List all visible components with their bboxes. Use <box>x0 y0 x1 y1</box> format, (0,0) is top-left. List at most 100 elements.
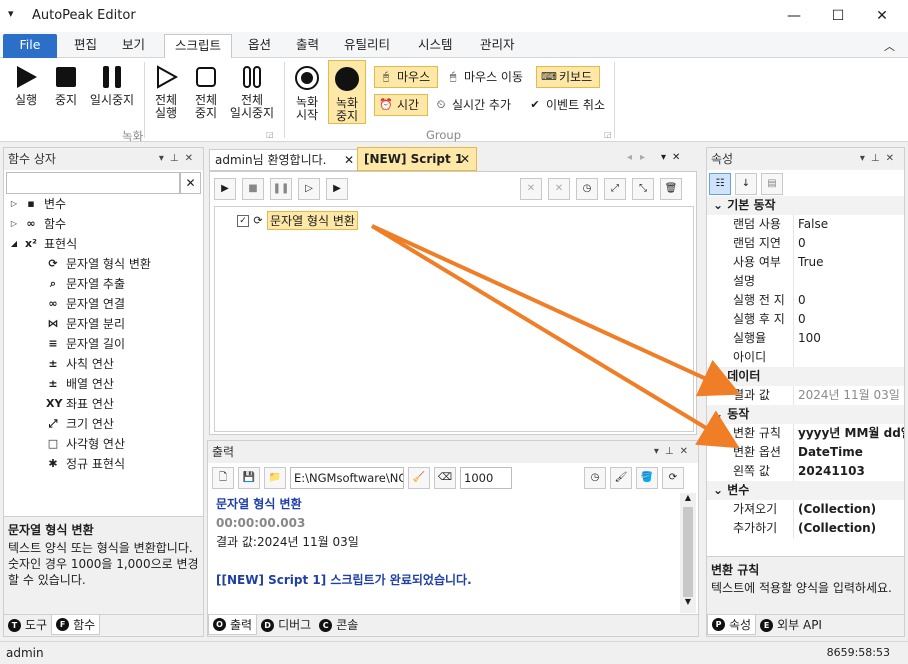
tree-item[interactable]: ≡ 문자열 길이 <box>10 334 200 354</box>
property-value[interactable]: yyyy년 MM월 dd일 <box>793 424 904 443</box>
run-button[interactable]: 실행 <box>8 64 44 107</box>
property-row[interactable]: 랜덤 사용 False <box>707 215 904 234</box>
step-icon[interactable]: ▷ <box>298 178 320 200</box>
property-row[interactable]: 실행 후 지 0 <box>707 310 904 329</box>
property-value[interactable]: 0 <box>793 234 904 253</box>
panel-header-icons[interactable]: ▾⊥✕ <box>860 148 900 170</box>
tab-edit[interactable]: 편집 <box>66 34 105 58</box>
quick-access-chevron-icon[interactable]: ▾ <box>8 7 14 20</box>
time-toggle[interactable]: ⏰ 시간 <box>374 94 428 116</box>
path-input[interactable]: E:\NGMsoftware\NG <box>290 467 404 489</box>
close-button[interactable]: ✕ <box>860 0 904 32</box>
timer-icon[interactable]: ◷ <box>576 178 598 200</box>
chevron-down-icon[interactable]: ⌄ <box>713 483 727 497</box>
property-value[interactable]: (Collection) <box>793 500 904 519</box>
property-row[interactable]: 랜덤 지연 0 <box>707 234 904 253</box>
property-value[interactable]: 20241103 <box>793 462 904 481</box>
clear-search-icon[interactable]: ✕ <box>180 172 201 194</box>
property-row[interactable]: 왼쪽 값 20241103 <box>707 462 904 481</box>
step-play-icon[interactable]: ▶ <box>326 178 348 200</box>
tree-item[interactable]: ⤢ 크기 연산 <box>10 414 200 434</box>
property-value[interactable]: 0 <box>793 310 904 329</box>
mouse-toggle[interactable]: 🖰 마우스 <box>374 66 438 88</box>
delete-all-icon[interactable]: ✕ <box>548 178 570 200</box>
chevron-down-icon[interactable]: ◢ <box>10 237 18 251</box>
run-all-button[interactable]: 전체 실행 <box>148 64 184 120</box>
tab-options[interactable]: 옵션 <box>240 34 279 58</box>
close-tab-icon[interactable]: ✕ <box>344 150 354 170</box>
search-input[interactable] <box>6 172 180 194</box>
chevron-down-icon[interactable]: ⌄ <box>713 198 727 212</box>
property-value[interactable]: 100 <box>793 329 904 348</box>
property-value[interactable] <box>793 272 904 291</box>
tree-item[interactable]: ⋈ 문자열 분리 <box>10 314 200 334</box>
tree-item[interactable]: XY 좌표 연산 <box>10 394 200 414</box>
property-row[interactable]: 변환 옵션 DateTime <box>707 443 904 462</box>
chevron-down-icon[interactable]: ⌄ <box>713 369 727 383</box>
dialog-launcher-icon[interactable]: ◲ <box>604 130 612 139</box>
clean-icon[interactable]: 🧹 <box>408 467 430 489</box>
tab-utility[interactable]: 유틸리티 <box>336 34 398 58</box>
sort-alpha-icon[interactable]: ↓ <box>735 173 757 195</box>
play-icon[interactable]: ▶ <box>214 178 236 200</box>
refresh-icon[interactable]: ⟳ <box>662 467 684 489</box>
collapse-ribbon-icon[interactable]: ︿ <box>884 38 895 54</box>
property-row[interactable]: 설명 <box>707 272 904 291</box>
save-icon[interactable]: 💾 <box>238 467 260 489</box>
property-category[interactable]: ⌄ 변수 <box>707 481 904 500</box>
collapse-icon[interactable]: ⤡ <box>632 178 654 200</box>
tree-item[interactable]: ± 사칙 연산 <box>10 354 200 374</box>
tab-welcome[interactable]: admin님 환영합니다. ✕ <box>209 149 359 171</box>
tree-item[interactable]: □ 사각형 연산 <box>10 434 200 454</box>
panel-header-icons[interactable]: ▾⊥✕ <box>159 148 199 170</box>
output-scrollbar[interactable]: ▲ ▼ <box>680 493 696 613</box>
event-cancel-button[interactable]: ✔ 이벤트 취소 <box>524 94 609 116</box>
categorized-icon[interactable]: ☷ <box>709 173 731 195</box>
tab-file[interactable]: File <box>3 34 57 58</box>
chevron-right-icon[interactable]: ▷ <box>10 197 18 211</box>
trash-icon[interactable]: 🗑 <box>660 178 682 200</box>
tab-console[interactable]: C 콘솔 <box>315 615 362 635</box>
tab-external-api[interactable]: E 외부 API <box>756 615 826 635</box>
property-pages-icon[interactable]: ▤ <box>761 173 783 195</box>
minimize-button[interactable]: — <box>772 0 816 32</box>
property-row[interactable]: 추가하기 (Collection) <box>707 519 904 538</box>
delete-icon[interactable]: ✕ <box>520 178 542 200</box>
chevron-down-icon[interactable]: ⌄ <box>713 407 727 421</box>
record-start-button[interactable]: 녹화 시작 <box>288 64 326 122</box>
tree-item[interactable]: ⟳ 문자열 형식 변환 <box>10 254 200 274</box>
property-row[interactable]: 실행율 100 <box>707 329 904 348</box>
property-row[interactable]: 결과 값 2024년 11월 03일 <box>707 386 904 405</box>
maximize-button[interactable]: ☐ <box>816 0 860 32</box>
tab-scroll-icons[interactable]: ◂▸ <box>627 152 653 163</box>
eraser-icon[interactable]: ⌫ <box>434 467 456 489</box>
tab-properties[interactable]: P 속성 <box>707 615 757 635</box>
paint-bucket-icon[interactable]: 🪣 <box>636 467 658 489</box>
line-limit-stepper[interactable]: 1000 <box>460 467 512 489</box>
tree-item[interactable]: ✱ 정규 표현식 <box>10 454 200 474</box>
dialog-launcher-icon[interactable]: ◲ <box>266 130 274 139</box>
tree-item[interactable]: ▷ ∞ 함수 <box>10 214 200 234</box>
new-document-icon[interactable]: 🗋 <box>212 467 234 489</box>
stop-icon[interactable]: ■ <box>242 178 264 200</box>
property-value[interactable]: 0 <box>793 291 904 310</box>
tab-script-1[interactable]: [NEW] Script 1 ✕ <box>357 147 477 171</box>
tree-item[interactable]: ∞ 문자열 연결 <box>10 294 200 314</box>
tree-item[interactable]: ◢ x² 표현식 <box>10 234 200 254</box>
tab-tools[interactable]: T 도구 <box>4 615 51 635</box>
tab-debug[interactable]: D 디버그 <box>257 615 315 635</box>
tab-script[interactable]: 스크립트 <box>164 34 232 58</box>
property-row[interactable]: 사용 여부 True <box>707 253 904 272</box>
script-node[interactable]: ✓ ⟳ 문자열 형식 변환 <box>237 211 358 230</box>
stop-all-button[interactable]: 전체 중지 <box>188 64 224 120</box>
tab-view[interactable]: 보기 <box>114 34 153 58</box>
tab-system[interactable]: 시스템 <box>410 34 461 58</box>
keyboard-toggle[interactable]: ⌨ 키보드 <box>536 66 600 88</box>
pause-icon[interactable]: ❚❚ <box>270 178 292 200</box>
clock-icon[interactable]: ◷ <box>584 467 606 489</box>
tab-functions[interactable]: F 함수 <box>51 615 101 635</box>
realtime-add-button[interactable]: ⏲ 실시간 추가 <box>430 94 515 116</box>
property-value[interactable]: (Collection) <box>793 519 904 538</box>
chevron-right-icon[interactable]: ▷ <box>10 217 18 231</box>
folder-icon[interactable]: 📁 <box>264 467 286 489</box>
